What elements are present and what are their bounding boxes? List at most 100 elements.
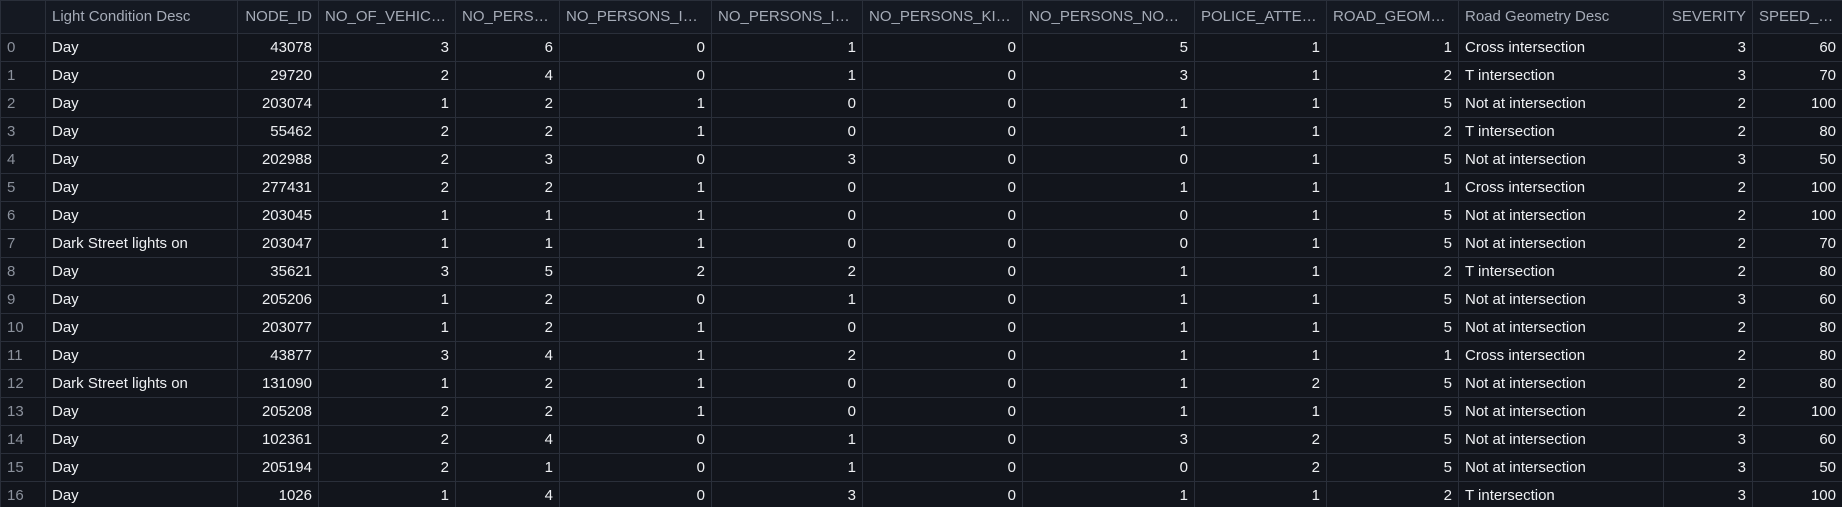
table-cell[interactable]: 1 — [318, 201, 456, 230]
table-cell[interactable]: 1 — [559, 229, 712, 258]
table-cell[interactable]: 0 — [862, 369, 1023, 398]
table-cell[interactable]: 2 — [455, 369, 560, 398]
table-cell[interactable]: Cross intersection — [1458, 173, 1664, 202]
table-cell[interactable]: 0 — [862, 89, 1023, 118]
table-cell[interactable]: 1 — [318, 285, 456, 314]
table-cell[interactable]: Not at intersection — [1458, 369, 1664, 398]
table-cell[interactable]: 5 — [1326, 201, 1459, 230]
table-cell[interactable]: 0 — [711, 201, 863, 230]
table-cell[interactable]: 70 — [1752, 61, 1842, 90]
table-cell[interactable]: 205206 — [237, 285, 319, 314]
table-cell[interactable]: 4 — [455, 61, 560, 90]
table-cell[interactable]: 1 — [559, 89, 712, 118]
table-cell[interactable]: 1 — [1326, 173, 1459, 202]
table-cell[interactable]: 2 — [1663, 257, 1753, 286]
table-cell[interactable]: 2 — [318, 61, 456, 90]
table-cell[interactable]: 3 — [318, 257, 456, 286]
table-cell[interactable]: 0 — [711, 369, 863, 398]
table-cell[interactable]: 2 — [1663, 117, 1753, 146]
table-row[interactable]: 1 Day 29720 2 4 0 1 0 3 1 2 T intersection 3 70 — [0, 61, 1842, 90]
table-cell[interactable]: 2 — [1194, 453, 1327, 482]
table-cell[interactable]: Day — [45, 145, 238, 174]
table-cell[interactable]: 1 — [711, 33, 863, 62]
table-cell[interactable]: 1 — [1022, 117, 1195, 146]
data-grid[interactable]: Light Condition Desc NODE_ID NO_OF_VEHICLE… — [0, 0, 1842, 507]
table-cell[interactable]: 100 — [1752, 173, 1842, 202]
table-cell[interactable]: Not at intersection — [1458, 89, 1664, 118]
table-cell[interactable]: 0 — [559, 145, 712, 174]
table-cell[interactable]: 5 — [1326, 89, 1459, 118]
table-cell[interactable]: 0 — [1022, 201, 1195, 230]
table-cell[interactable]: 3 — [1663, 145, 1753, 174]
table-cell[interactable]: 2 — [318, 173, 456, 202]
table-cell[interactable]: 5 — [1326, 369, 1459, 398]
index-column-header[interactable] — [0, 0, 46, 34]
table-cell[interactable]: 0 — [559, 481, 712, 507]
table-cell[interactable]: 3 — [1022, 425, 1195, 454]
table-cell[interactable]: 2 — [1326, 61, 1459, 90]
table-cell[interactable]: Not at intersection — [1458, 453, 1664, 482]
table-cell[interactable]: Day — [45, 33, 238, 62]
table-row[interactable]: 6 Day 203045 1 1 1 0 0 0 1 5 Not at intersection 2 10… — [0, 201, 1842, 230]
table-cell[interactable]: 5 — [1326, 425, 1459, 454]
table-cell[interactable]: 2 — [1326, 257, 1459, 286]
table-cell[interactable]: 0 — [862, 61, 1023, 90]
table-cell[interactable]: 29720 — [237, 61, 319, 90]
table-cell[interactable]: 1 — [1022, 285, 1195, 314]
table-cell[interactable]: Not at intersection — [1458, 397, 1664, 426]
table-cell[interactable]: Cross intersection — [1458, 341, 1664, 370]
table-cell[interactable]: 80 — [1752, 117, 1842, 146]
table-cell[interactable]: 102361 — [237, 425, 319, 454]
table-cell[interactable]: Not at intersection — [1458, 425, 1664, 454]
table-cell[interactable]: Day — [45, 453, 238, 482]
table-cell[interactable]: 1 — [1326, 341, 1459, 370]
table-cell[interactable]: 2 — [455, 313, 560, 342]
table-cell[interactable]: 1 — [559, 117, 712, 146]
table-row[interactable]: 11 Day 43877 3 4 1 2 0 1 1 1 Cross intersection 2 80 — [0, 341, 1842, 370]
table-cell[interactable]: Day — [45, 117, 238, 146]
table-cell[interactable]: 1 — [455, 453, 560, 482]
table-cell[interactable]: 131090 — [237, 369, 319, 398]
column-header[interactable]: ROAD_GEOME... — [1326, 0, 1459, 34]
table-cell[interactable]: 4 — [455, 341, 560, 370]
table-row[interactable]: 0 Day 43078 3 6 0 1 0 5 1 1 Cross intersection 3 60 — [0, 33, 1842, 62]
table-cell[interactable]: 100 — [1752, 89, 1842, 118]
table-cell[interactable]: 43078 — [237, 33, 319, 62]
table-row[interactable]: 2 Day 203074 1 2 1 0 0 1 1 5 Not at intersection 2 10… — [0, 89, 1842, 118]
table-cell[interactable]: 0 — [862, 341, 1023, 370]
table-cell[interactable]: 2 — [1663, 89, 1753, 118]
table-row[interactable]: 7 Dark Street lights on 203047 1 1 1 0 0 0 1 5 Not … — [0, 229, 1842, 258]
table-row[interactable]: 5 Day 277431 2 2 1 0 0 1 1 1 Cross intersection 2 100 — [0, 173, 1842, 202]
table-row[interactable]: 14 Day 102361 2 4 0 1 0 3 2 5 Not at intersection 3 6… — [0, 425, 1842, 454]
table-row[interactable]: 12 Dark Street lights on 131090 1 2 1 0 0 1 2 5 Not… — [0, 369, 1842, 398]
table-cell[interactable]: 0 — [711, 229, 863, 258]
table-cell[interactable]: 1 — [455, 201, 560, 230]
table-cell[interactable]: 1 — [1022, 257, 1195, 286]
table-cell[interactable]: Not at intersection — [1458, 229, 1664, 258]
table-cell[interactable]: 203047 — [237, 229, 319, 258]
table-cell[interactable]: 0 — [559, 61, 712, 90]
table-cell[interactable]: 60 — [1752, 425, 1842, 454]
table-cell[interactable]: 3 — [455, 145, 560, 174]
table-cell[interactable]: 1 — [1022, 313, 1195, 342]
table-cell[interactable]: 1 — [559, 201, 712, 230]
table-cell[interactable]: 3 — [1663, 285, 1753, 314]
table-cell[interactable]: Cross intersection — [1458, 33, 1664, 62]
table-cell[interactable]: 2 — [1326, 117, 1459, 146]
table-cell[interactable]: 3 — [1022, 61, 1195, 90]
table-cell[interactable]: 0 — [711, 173, 863, 202]
table-cell[interactable]: 0 — [862, 313, 1023, 342]
table-cell[interactable]: 1 — [318, 89, 456, 118]
table-cell[interactable]: 205194 — [237, 453, 319, 482]
table-cell[interactable]: 70 — [1752, 229, 1842, 258]
table-cell[interactable]: 0 — [862, 425, 1023, 454]
table-cell[interactable]: 2 — [318, 145, 456, 174]
table-cell[interactable]: 0 — [862, 481, 1023, 507]
table-cell[interactable]: T intersection — [1458, 117, 1664, 146]
table-cell[interactable]: Not at intersection — [1458, 285, 1664, 314]
table-cell[interactable]: 5 — [1326, 453, 1459, 482]
table-cell[interactable]: 0 — [862, 229, 1023, 258]
table-cell[interactable]: 1 — [1194, 257, 1327, 286]
table-cell[interactable]: 2 — [455, 117, 560, 146]
table-cell[interactable]: 0 — [711, 117, 863, 146]
